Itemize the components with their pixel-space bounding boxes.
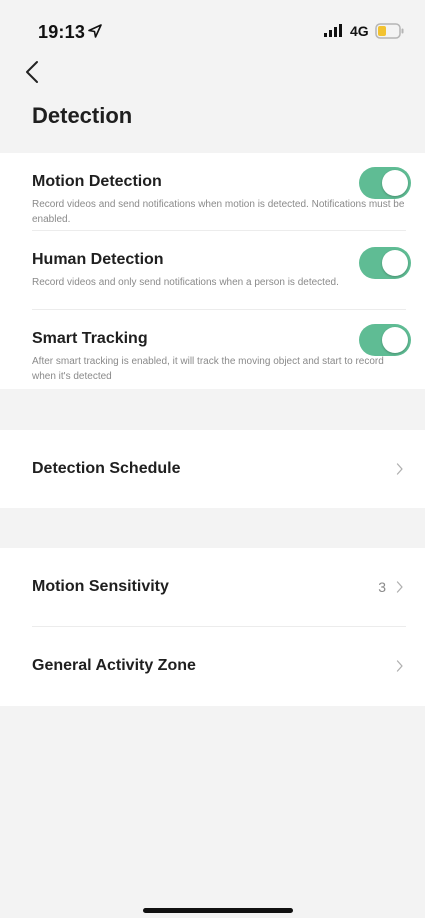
status-time: 19:13	[38, 22, 86, 42]
network-label: 4G	[350, 23, 369, 39]
motion-section: Motion Sensitivity 3 General Activity Zo…	[0, 548, 425, 706]
page-title: Detection	[32, 103, 133, 128]
schedule-section: Detection Schedule	[0, 430, 425, 508]
smart-tracking-row: Smart Tracking After smart tracking is e…	[32, 310, 411, 388]
smart-tracking-toggle[interactable]	[359, 324, 411, 356]
motion-sensitivity-value: 3	[378, 579, 386, 595]
toggle-knob	[382, 170, 408, 196]
human-detection-toggle[interactable]	[359, 247, 411, 279]
chevron-right-icon	[396, 463, 403, 475]
back-button[interactable]	[20, 58, 46, 86]
chevron-right-icon	[396, 660, 403, 672]
location-icon	[88, 24, 102, 38]
motion-detection-row: Motion Detection Record videos and send …	[32, 153, 411, 231]
motion-detection-toggle[interactable]	[359, 167, 411, 199]
chevron-right-icon	[396, 581, 403, 593]
battery-icon	[375, 23, 404, 39]
smart-tracking-title: Smart Tracking	[32, 330, 148, 347]
detection-schedule-row[interactable]: Detection Schedule	[32, 430, 406, 508]
toggle-knob	[382, 327, 408, 353]
motion-detection-description: Record videos and send notifications whe…	[32, 199, 405, 225]
human-detection-row: Human Detection Record videos and only s…	[32, 231, 411, 309]
motion-sensitivity-label: Motion Sensitivity	[32, 578, 169, 595]
smart-tracking-description: After smart tracking is enabled, it will…	[32, 356, 384, 382]
detection-screen: 19:13 4G Detection Motion Detection Reco…	[0, 0, 425, 918]
general-activity-zone-row[interactable]: General Activity Zone	[32, 627, 406, 705]
human-detection-description: Record videos and only send notification…	[32, 277, 339, 288]
motion-sensitivity-row[interactable]: Motion Sensitivity 3	[32, 548, 406, 626]
home-indicator[interactable]	[143, 908, 293, 913]
general-activity-zone-label: General Activity Zone	[32, 657, 196, 674]
status-bar: 19:13 4G	[0, 0, 425, 52]
human-detection-title: Human Detection	[32, 251, 164, 268]
detection-schedule-label: Detection Schedule	[32, 460, 181, 477]
detection-toggles-section: Motion Detection Record videos and send …	[0, 153, 425, 389]
signal-icon	[324, 24, 342, 37]
motion-detection-title: Motion Detection	[32, 173, 162, 190]
toggle-knob	[382, 250, 408, 276]
